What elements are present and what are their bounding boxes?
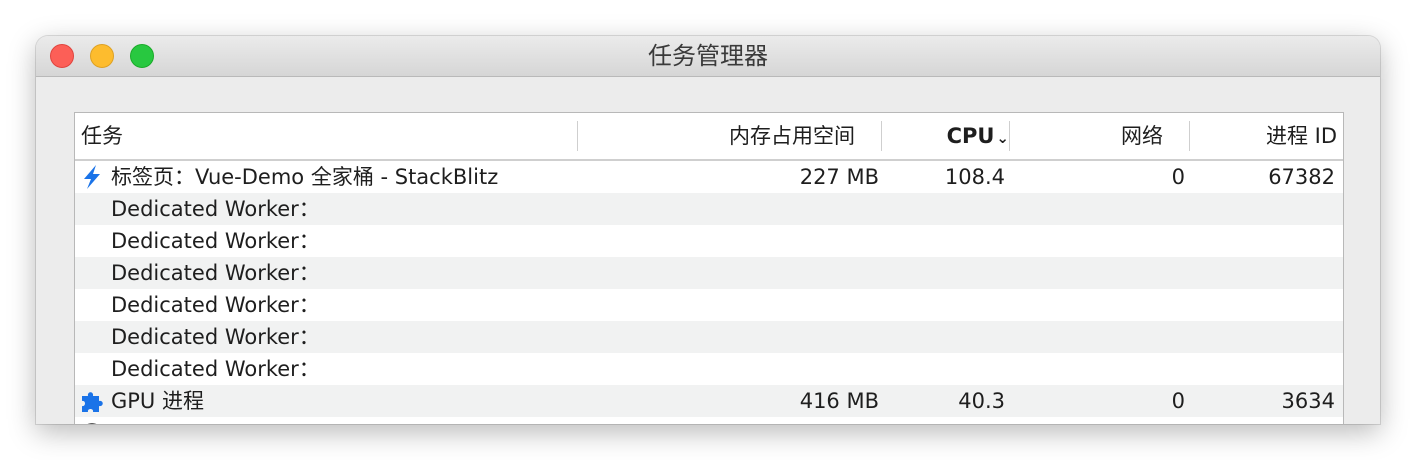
cpu-value: 108.4	[944, 165, 1005, 189]
task-name: Dedicated Worker：	[111, 293, 320, 317]
network-value: 0	[1171, 389, 1185, 413]
table-row[interactable]	[75, 417, 1343, 424]
memory-value: 416 MB	[799, 389, 879, 413]
cpu-value: 40.3	[958, 389, 1005, 413]
puzzle-piece-icon	[82, 392, 103, 412]
title-bar[interactable]: 任务管理器	[36, 36, 1380, 77]
task-name: Dedicated Worker：	[111, 261, 320, 285]
lightning-bolt-icon	[84, 165, 100, 189]
network-value: 0	[1171, 165, 1185, 189]
table-row[interactable]: Dedicated Worker：	[75, 289, 1343, 321]
task-manager-window: 任务管理器 任务 内存占用空间 CPU ⌄ 网络 进程 ID 标签页：Vue-De…	[36, 36, 1380, 424]
table-row[interactable]: 标签页：Vue-Demo 全家桶 - StackBlitz 227 MB 108…	[75, 161, 1343, 193]
table-row[interactable]: Dedicated Worker：	[75, 193, 1343, 225]
circle-icon	[87, 423, 97, 424]
task-table: 任务 内存占用空间 CPU ⌄ 网络 进程 ID 标签页：Vue-Demo 全家桶…	[74, 112, 1344, 424]
table-row[interactable]: GPU 进程 416 MB 40.3 0 3634	[75, 385, 1343, 417]
task-name: Dedicated Worker：	[111, 357, 320, 381]
table-row[interactable]: Dedicated Worker：	[75, 225, 1343, 257]
column-divider[interactable]	[881, 121, 882, 151]
task-name: 标签页：Vue-Demo 全家桶 - StackBlitz	[111, 165, 499, 189]
sort-descending-icon: ⌄	[996, 129, 1009, 147]
task-name: Dedicated Worker：	[111, 229, 320, 253]
memory-value: 227 MB	[799, 165, 879, 189]
column-header-cpu-label: CPU	[946, 124, 995, 148]
pid-value: 3634	[1281, 389, 1335, 413]
column-header-network[interactable]: 网络	[1009, 113, 1163, 159]
table-header: 任务 内存占用空间 CPU ⌄ 网络 进程 ID	[75, 113, 1343, 161]
table-row[interactable]: Dedicated Worker：	[75, 257, 1343, 289]
pid-value: 67382	[1268, 165, 1335, 189]
task-name: Dedicated Worker：	[111, 325, 320, 349]
table-row[interactable]: Dedicated Worker：	[75, 321, 1343, 353]
task-name: GPU 进程	[111, 389, 204, 413]
column-header-memory[interactable]: 内存占用空间	[577, 113, 855, 159]
task-name: Dedicated Worker：	[111, 197, 320, 221]
column-header-pid[interactable]: 进程 ID	[1189, 113, 1337, 159]
column-header-cpu[interactable]: CPU ⌄	[883, 113, 1009, 159]
window-title: 任务管理器	[648, 42, 768, 70]
table-row[interactable]: Dedicated Worker：	[75, 353, 1343, 385]
column-header-task[interactable]: 任务	[81, 113, 571, 159]
